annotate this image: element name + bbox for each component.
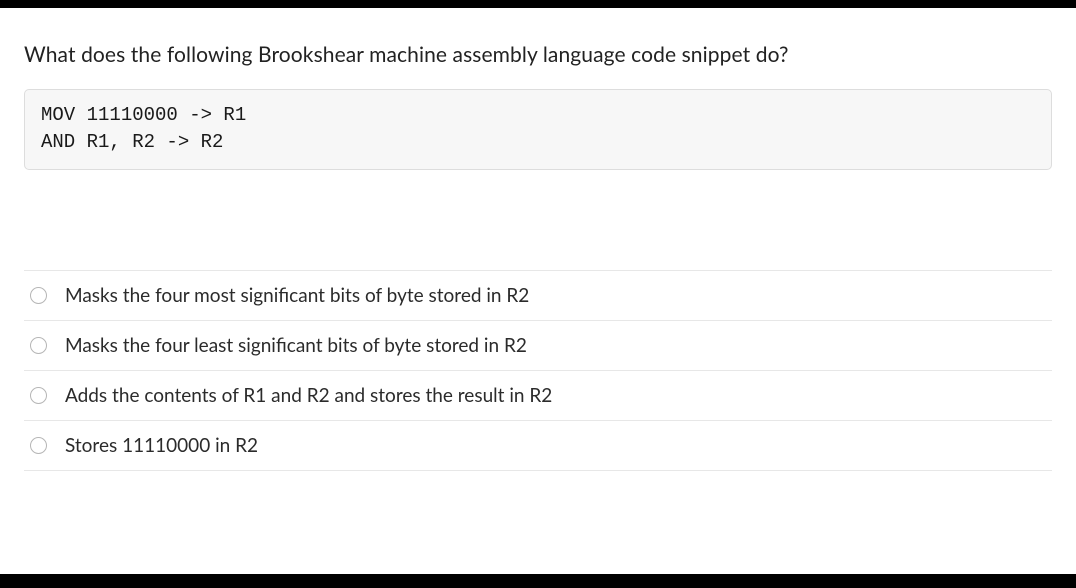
radio-icon <box>30 287 47 304</box>
radio-icon <box>30 437 47 454</box>
answer-option-3[interactable]: Stores 11110000 in R2 <box>24 421 1052 471</box>
radio-icon <box>30 337 47 354</box>
answer-option-0[interactable]: Masks the four most significant bits of … <box>24 271 1052 321</box>
radio-icon <box>30 387 47 404</box>
option-label: Adds the contents of R1 and R2 and store… <box>65 384 552 407</box>
question-prompt: What does the following Brookshear machi… <box>24 42 1052 67</box>
code-snippet: MOV 11110000 -> R1 AND R1, R2 -> R2 <box>24 89 1052 170</box>
answer-options-list: Masks the four most significant bits of … <box>24 270 1052 471</box>
option-label: Masks the four least significant bits of… <box>65 334 527 357</box>
question-container: What does the following Brookshear machi… <box>0 8 1076 471</box>
bottom-black-bar <box>0 574 1076 588</box>
answer-option-2[interactable]: Adds the contents of R1 and R2 and store… <box>24 371 1052 421</box>
option-label: Masks the four most significant bits of … <box>65 284 529 307</box>
answer-option-1[interactable]: Masks the four least significant bits of… <box>24 321 1052 371</box>
top-black-bar <box>0 0 1076 8</box>
option-label: Stores 11110000 in R2 <box>65 434 258 457</box>
